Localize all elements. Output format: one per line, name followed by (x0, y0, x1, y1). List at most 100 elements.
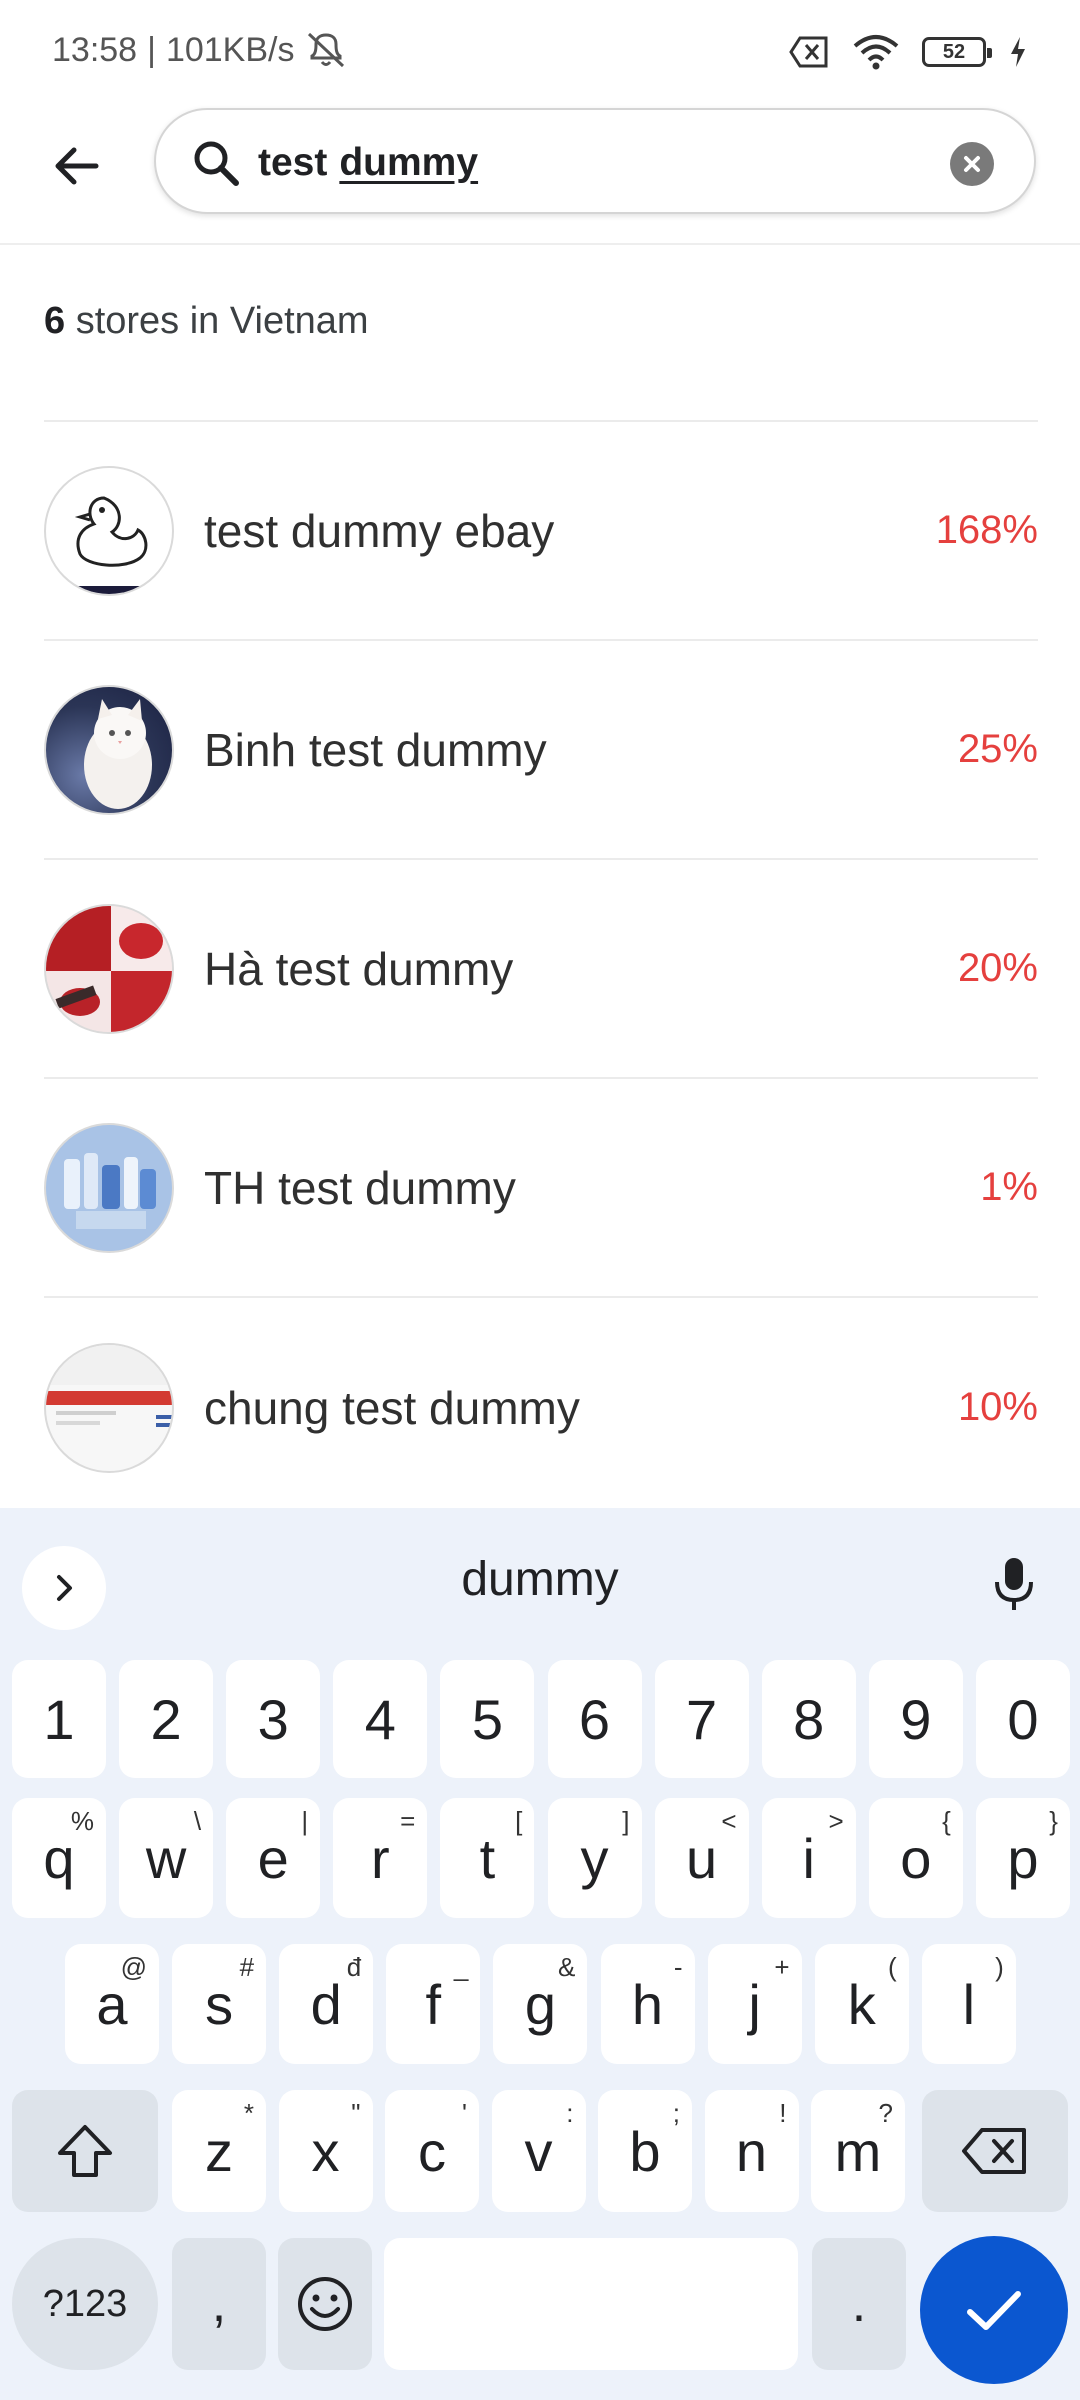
store-percent: 25% (957, 727, 1038, 771)
key-secondary-label: ? (878, 2098, 893, 2128)
results-count: 6 (44, 300, 66, 342)
key-secondary-label: : (566, 2098, 574, 2128)
store-avatar (44, 1122, 174, 1253)
key-label: 3 (257, 1687, 289, 1751)
key-label: y (580, 1826, 609, 1890)
key-w[interactable]: w \ (119, 1798, 214, 1918)
key-label: l (962, 1972, 976, 2036)
symbols-key[interactable]: ?123 (12, 2238, 158, 2370)
store-percent: 168% (935, 508, 1038, 552)
key-a[interactable]: a @ (65, 1944, 159, 2064)
key-secondary-label: - (673, 1952, 683, 1982)
key-e[interactable]: e | (226, 1798, 321, 1918)
key-s[interactable]: s # (172, 1944, 267, 2064)
key-secondary-label: % (70, 1806, 94, 1836)
key-label: g (524, 1972, 556, 2036)
key-g[interactable]: g & (493, 1944, 588, 2064)
clear-search-button[interactable] (950, 142, 994, 186)
microphone-icon (995, 1558, 1033, 1610)
shift-icon (58, 2125, 112, 2177)
key-u[interactable]: u < (654, 1798, 749, 1918)
key-d[interactable]: dđ (279, 1944, 374, 2064)
key-o[interactable]: o{ (868, 1798, 963, 1918)
store-avatar (44, 903, 174, 1034)
key-secondary-label: ) (995, 1952, 1004, 1982)
enter-key[interactable] (920, 2236, 1068, 2384)
store-row[interactable]: Hà test dummy 20% (44, 860, 1038, 1079)
key-secondary-label: [ (515, 1806, 523, 1836)
key-secondary-label: đ (346, 1952, 362, 1982)
key-5[interactable]: 5 (440, 1660, 535, 1778)
store-name: test dummy ebay (204, 504, 555, 557)
key-7[interactable]: 7 (654, 1660, 749, 1778)
search-box[interactable]: test dummy (154, 108, 1036, 214)
battery-icon: 52 (922, 37, 992, 67)
key-z[interactable]: z * (172, 2090, 266, 2212)
checkmark-icon (967, 2291, 1021, 2330)
comma-key[interactable]: , (172, 2238, 266, 2370)
shift-key[interactable] (12, 2090, 158, 2212)
key-q[interactable]: q% (12, 1798, 106, 1918)
key-m[interactable]: m? (811, 2090, 905, 2212)
key-label: k (847, 1972, 876, 2036)
key-secondary-label: < (721, 1806, 737, 1836)
emoji-key[interactable] (278, 2238, 372, 2370)
suggestion-word[interactable]: dummy (0, 1552, 1080, 1607)
key-r[interactable]: r = (333, 1798, 428, 1918)
store-row[interactable]: TH test dummy 1% (44, 1079, 1038, 1298)
key-i[interactable]: i > (761, 1798, 856, 1918)
key-secondary-label: \ (193, 1806, 202, 1836)
key-8[interactable]: 8 (761, 1660, 856, 1778)
search-query-composing-word: dummy (339, 141, 479, 184)
backspace-key[interactable] (922, 2090, 1068, 2212)
store-percent: 1% (980, 1165, 1038, 1209)
key-6[interactable]: 6 (547, 1660, 642, 1778)
webpage-screenshot-icon (46, 1344, 172, 1427)
lipstick-photo-icon (46, 905, 172, 1032)
key-n[interactable]: n! (704, 2090, 799, 2212)
key-c[interactable]: c ' (385, 2090, 479, 2212)
key-f[interactable]: f _ (386, 1944, 481, 2064)
key-label: s (205, 1972, 234, 2036)
key-secondary-label: ( (888, 1952, 897, 1982)
key-1[interactable]: 1 (12, 1660, 106, 1778)
soft-keyboard: dummy 1 2 3 4 5 6 7 8 9 0 q% w \ e | r = t[y] u < i > o{p} a @ s #… (0, 1508, 1080, 2400)
status-separator: | (147, 30, 156, 69)
search-input[interactable]: test dummy (258, 136, 478, 190)
charging-icon (1011, 37, 1025, 67)
key-v[interactable]: v: (491, 2090, 586, 2212)
key-label: 9 (900, 1687, 932, 1751)
key-l[interactable]: l) (921, 1944, 1016, 2064)
back-button[interactable] (40, 130, 112, 202)
key-t[interactable]: t[ (440, 1798, 535, 1918)
key-secondary-label: ! (779, 2098, 787, 2128)
store-row[interactable]: Binh test dummy 25% (44, 641, 1038, 860)
store-avatar (44, 465, 174, 596)
key-label: 5 (471, 1687, 503, 1751)
key-h[interactable]: h- (600, 1944, 695, 2064)
key-0[interactable]: 0 (975, 1660, 1070, 1778)
key-secondary-label: = (400, 1806, 416, 1836)
voice-input-button[interactable] (978, 1548, 1050, 1620)
key-p[interactable]: p} (975, 1798, 1070, 1918)
key-y[interactable]: y] (547, 1798, 642, 1918)
period-key[interactable]: . (812, 2238, 906, 2370)
space-key[interactable] (384, 2238, 798, 2370)
key-label: t (479, 1826, 496, 1890)
key-j[interactable]: j + (707, 1944, 802, 2064)
store-row[interactable]: chung test dummy 10% (44, 1298, 1038, 1517)
key-label: j (748, 1972, 761, 2036)
key-label: h (631, 1972, 664, 2036)
key-9[interactable]: 9 (868, 1660, 963, 1778)
key-k[interactable]: k( (814, 1944, 909, 2064)
key-x[interactable]: x " (278, 2090, 373, 2212)
key-label: 8 (793, 1687, 825, 1751)
key-3[interactable]: 3 (226, 1660, 321, 1778)
skincare-photo-icon (64, 1152, 156, 1229)
key-b[interactable]: b; (598, 2090, 692, 2212)
store-row[interactable]: test dummy ebay 168% (44, 422, 1038, 641)
key-4[interactable]: 4 (333, 1660, 428, 1778)
status-network-speed: 101KB/s (165, 30, 295, 69)
key-2[interactable]: 2 (119, 1660, 214, 1778)
store-avatar (44, 1342, 174, 1473)
